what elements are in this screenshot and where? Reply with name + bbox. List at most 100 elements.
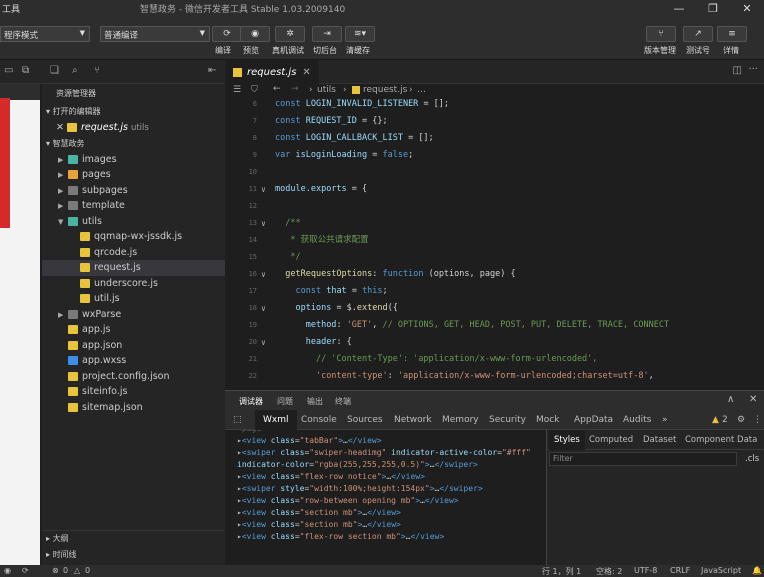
tab-network[interactable]: Network xyxy=(394,415,432,425)
close-icon[interactable]: ✕ xyxy=(56,122,67,133)
bookmark-icon[interactable]: ⛉ xyxy=(251,85,258,95)
compile-select[interactable]: 普通编译 ▼ xyxy=(100,26,210,42)
open-editor-item[interactable]: ✕ request.js utils xyxy=(42,120,225,136)
compile-button[interactable]: ⟳ xyxy=(212,26,242,42)
wxml-node[interactable]: ▸<view class="section mb">…</view> xyxy=(237,519,401,531)
chevron-down-icon[interactable]: ▼ xyxy=(58,215,68,231)
code-line[interactable]: 14 * 获取公共请求配置 xyxy=(225,232,764,249)
file-item[interactable]: underscore.js xyxy=(42,276,225,292)
chevron-right-icon[interactable]: ▶ xyxy=(58,168,68,184)
folder-item[interactable]: ▶ wxParse xyxy=(42,307,225,323)
preview-icon[interactable]: ◉ xyxy=(4,566,11,575)
file-item[interactable]: app.json xyxy=(42,338,225,354)
close-icon[interactable]: ✕ xyxy=(749,394,757,405)
tab-memory[interactable]: Memory xyxy=(442,415,479,425)
forward-icon[interactable]: → xyxy=(291,84,299,94)
chevron-right-icon[interactable]: ▶ xyxy=(58,153,68,169)
mode-select[interactable]: 程序模式 ▼ xyxy=(0,26,90,42)
file-item[interactable]: sitemap.json xyxy=(42,400,225,416)
code-line[interactable]: 6 const LOGIN_INVALID_LISTENER = []; xyxy=(225,98,764,113)
chevron-right-icon[interactable]: ▶ xyxy=(58,199,68,215)
wxml-node[interactable]: ▸<view class="flex-row notice">…</view> xyxy=(237,471,425,483)
more-icon[interactable]: ··· xyxy=(748,64,758,75)
version-button[interactable]: ⑂ xyxy=(646,26,676,42)
tab-audits[interactable]: Audits xyxy=(623,415,651,425)
editor-tab-request-js[interactable]: request.js ✕ xyxy=(225,60,319,84)
fold-icon[interactable]: ∨ xyxy=(261,300,266,317)
simulator-icon[interactable]: ▭ xyxy=(4,65,13,76)
details-button[interactable]: ≡ xyxy=(717,26,747,42)
code-line[interactable]: 9 var isLoginLoading = false; xyxy=(225,147,764,164)
tab-terminal[interactable]: 终端 xyxy=(335,396,351,407)
preview-button[interactable]: ◉ xyxy=(240,26,270,42)
wxml-node[interactable]: ▸<view class="flex-row section mb">…</vi… xyxy=(237,531,444,543)
wxml-node[interactable]: ▸<view class="tabBar">…</view> xyxy=(237,435,382,447)
breadcrumb-dir[interactable]: utils xyxy=(317,85,336,95)
styles-filter-input[interactable]: Filter xyxy=(549,452,737,466)
outline-section[interactable]: ▸ 大纲 xyxy=(42,531,225,547)
folder-item[interactable]: ▶ images xyxy=(42,152,225,168)
tab-mock[interactable]: Mock xyxy=(536,415,559,425)
line-ending[interactable]: CRLF xyxy=(670,566,690,575)
clear-cache-button[interactable]: ≋▾ xyxy=(345,26,375,42)
chevron-right-icon[interactable]: ▶ xyxy=(58,184,68,200)
folder-item[interactable]: ▶ template xyxy=(42,198,225,214)
fold-icon[interactable]: ∨ xyxy=(261,334,266,351)
code-line[interactable]: 17 const that = this; xyxy=(225,283,764,300)
tab-security[interactable]: Security xyxy=(489,415,526,425)
close-icon[interactable]: ✕ xyxy=(302,67,310,78)
timeline-section[interactable]: ▸ 时间线 xyxy=(42,547,225,563)
bell-icon[interactable]: 🔔 xyxy=(752,566,762,575)
tab-debugger[interactable]: 调试器 xyxy=(239,396,263,407)
fold-icon[interactable]: ∨ xyxy=(261,266,266,283)
inspect-icon[interactable]: ⬚ xyxy=(233,415,242,425)
tab-wxml[interactable]: Wxml xyxy=(255,410,297,430)
file-item[interactable]: qqmap-wx-jssdk.js xyxy=(42,229,225,245)
code-line[interactable]: 15 */ xyxy=(225,249,764,266)
split-editor-icon[interactable]: ◫ xyxy=(733,65,742,76)
warning-icon[interactable]: ▲ xyxy=(712,415,719,425)
folder-item[interactable]: ▶ subpages xyxy=(42,183,225,199)
wxml-node[interactable]: ▸<view class="section mb">…</view> xyxy=(237,507,401,519)
file-item[interactable]: app.wxss xyxy=(42,353,225,369)
breadcrumb-file[interactable]: request.js xyxy=(363,85,407,95)
code-line[interactable]: 19 method: 'GET', // OPTIONS, GET, HEAD,… xyxy=(225,317,764,334)
file-item[interactable]: util.js xyxy=(42,291,225,307)
fold-icon[interactable]: ∨ xyxy=(261,181,266,198)
restore-icon[interactable]: ❐ xyxy=(696,0,730,16)
file-item[interactable]: app.js xyxy=(42,322,225,338)
tab-output[interactable]: 输出 xyxy=(307,396,323,407)
code-line[interactable]: 16 ∨ getRequestOptions: function (options… xyxy=(225,266,764,283)
wxml-node[interactable]: indicator-color="rgba(255,255,255,0.5)">… xyxy=(237,459,478,471)
back-icon[interactable]: ← xyxy=(273,84,281,94)
cls-toggle[interactable]: .cls xyxy=(745,454,759,464)
background-button[interactable]: ⇥ xyxy=(312,26,342,42)
collapse-up-icon[interactable]: ∧ xyxy=(727,394,734,405)
wxml-node[interactable]: ▸<view class="row-between opening mb">…<… xyxy=(237,495,459,507)
file-item[interactable]: project.config.json xyxy=(42,369,225,385)
encoding[interactable]: UTF-8 xyxy=(634,566,657,575)
code-line[interactable]: 8 const LOGIN_CALLBACK_LIST = []; xyxy=(225,130,764,147)
tab-computed[interactable]: Computed xyxy=(589,435,633,445)
code-line[interactable]: 11 ∨ module.exports = { xyxy=(225,181,764,198)
more-icon[interactable]: ⋮ xyxy=(753,415,762,425)
code-line[interactable]: 18 ∨ options = $.extend({ xyxy=(225,300,764,317)
tab-component-data[interactable]: Component Data xyxy=(685,435,757,445)
tab-sources[interactable]: Sources xyxy=(347,415,383,425)
tab-styles[interactable]: Styles xyxy=(549,430,585,450)
search-icon[interactable]: ⌕ xyxy=(72,65,78,76)
collapse-panel-icon[interactable]: ⇤ xyxy=(208,65,216,76)
cursor-position[interactable]: 行 1，列 1 xyxy=(542,566,581,577)
remote-debug-button[interactable]: ✲ xyxy=(275,26,305,42)
file-item[interactable]: siteinfo.js xyxy=(42,384,225,400)
indent-spaces[interactable]: 空格: 2 xyxy=(596,566,622,577)
breadcrumb-more[interactable]: … xyxy=(417,85,426,95)
file-item[interactable]: request.js xyxy=(42,260,225,276)
file-item[interactable]: qrcode.js xyxy=(42,245,225,261)
chevron-right-icon[interactable]: ▶ xyxy=(58,308,68,324)
code-line[interactable]: 12 xyxy=(225,198,764,215)
more-tabs-icon[interactable]: » xyxy=(662,415,668,425)
code-line[interactable]: 13 ∨ /** xyxy=(225,215,764,232)
code-editor[interactable]: 6 const LOGIN_INVALID_LISTENER = []; 7 cons… xyxy=(225,98,764,384)
tab-problems[interactable]: 问题 xyxy=(277,396,293,407)
